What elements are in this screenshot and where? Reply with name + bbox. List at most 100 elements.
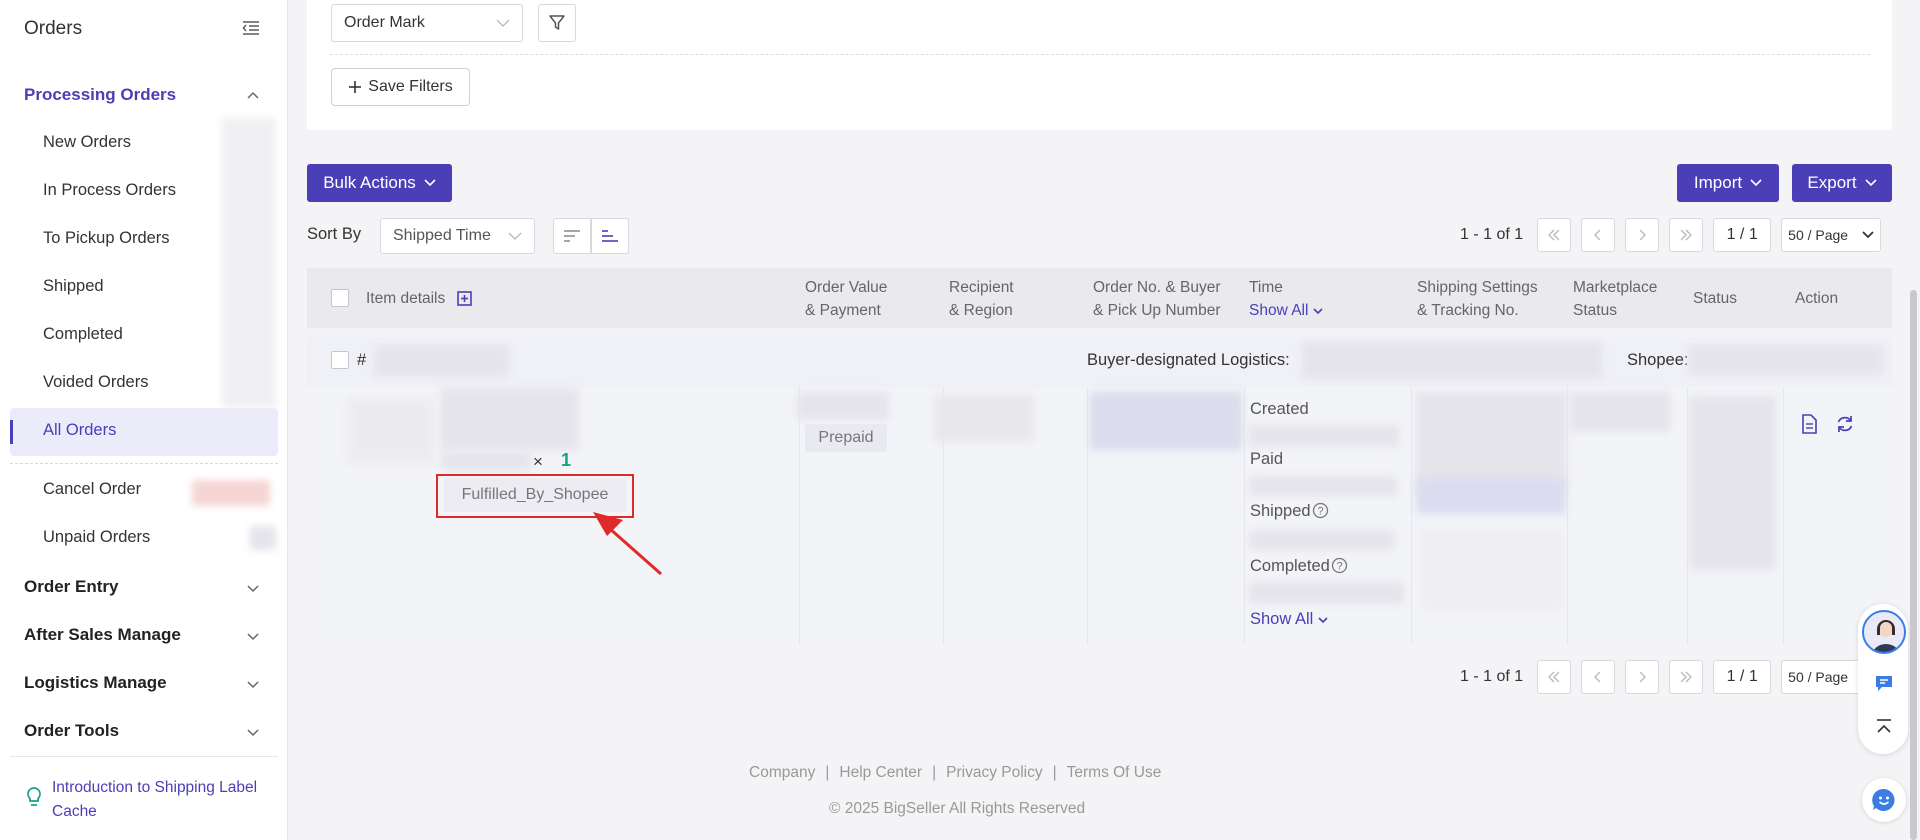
export-button[interactable]: Export	[1792, 164, 1892, 202]
sidebar-item-all-orders[interactable]: All Orders	[43, 421, 116, 440]
sidebar-item-cancel-order[interactable]: Cancel Order	[43, 480, 141, 499]
bulk-actions-button[interactable]: Bulk Actions	[307, 164, 452, 202]
sidebar-item-completed[interactable]: Completed	[43, 325, 123, 344]
select-all-checkbox[interactable]	[331, 289, 349, 307]
support-avatar[interactable]	[1862, 610, 1906, 654]
filter-button[interactable]	[538, 4, 576, 42]
sidebar-group-after-sales-manage[interactable]: After Sales Manage	[24, 625, 181, 645]
column-separator	[1567, 387, 1568, 645]
last-page-button[interactable]	[1669, 660, 1704, 694]
first-page-button[interactable]	[1537, 660, 1572, 694]
page-indicator[interactable]: 1 / 1	[1713, 660, 1772, 694]
pagination-range: 1 - 1 of 1	[1460, 226, 1524, 243]
chevron-down-icon	[1750, 179, 1762, 187]
sidebar-group-order-entry[interactable]: Order Entry	[24, 577, 118, 597]
sidebar-item-in-process-orders[interactable]: In Process Orders	[43, 181, 176, 200]
sidebar-item-shipped[interactable]: Shipped	[43, 277, 104, 296]
funnel-icon	[549, 15, 565, 30]
sidebar-group-logistics-manage[interactable]: Logistics Manage	[24, 673, 167, 693]
footer-separator: |	[825, 764, 830, 781]
first-page-button[interactable]	[1537, 218, 1572, 252]
chevron-right-icon	[1639, 229, 1647, 241]
order-row-checkbox[interactable]	[331, 351, 349, 369]
footer-link-privacy-policy[interactable]: Privacy Policy	[946, 764, 1042, 782]
assistant-button[interactable]	[1862, 778, 1906, 822]
sort-by-value: Shipped Time	[393, 227, 491, 244]
page-scrollbar[interactable]	[1910, 290, 1917, 840]
double-chevron-left-icon	[1548, 671, 1560, 683]
footer-link-help-center[interactable]: Help Center	[839, 764, 922, 782]
save-filters-button[interactable]: Save Filters	[331, 68, 470, 106]
chevron-left-icon	[1594, 671, 1601, 683]
time-paid-value	[1249, 476, 1397, 496]
time-created-label: Created	[1250, 400, 1309, 418]
count-badges	[222, 118, 276, 408]
buyer-logistics-value	[1302, 341, 1602, 379]
header-marketplace-status: Marketplace Status	[1573, 279, 1658, 319]
double-chevron-right-icon	[1680, 671, 1693, 683]
time-show-all-link[interactable]: Show All	[1249, 299, 1323, 322]
collapse-menu-icon[interactable]	[242, 20, 260, 36]
sidebar-group-processing-orders[interactable]: Processing Orders	[24, 85, 176, 105]
recipient-info	[934, 394, 1034, 442]
footer-copyright: © 2025 BigSeller All Rights Reserved	[829, 800, 1086, 817]
order-mark-select[interactable]: Order Mark	[331, 4, 523, 42]
page-indicator[interactable]: 1 / 1	[1713, 218, 1772, 252]
sidebar-active-indicator	[10, 420, 13, 444]
unpaid-count-badge	[250, 526, 276, 550]
sidebar-title: Orders	[24, 18, 83, 39]
shipping-label-cache-intro-link[interactable]: Introduction to Shipping Label Cache	[52, 776, 272, 824]
marketplace-status-value	[1570, 392, 1670, 432]
footer-link-terms-of-use[interactable]: Terms Of Use	[1067, 764, 1162, 782]
column-separator	[1411, 387, 1412, 645]
import-button[interactable]: Import	[1677, 164, 1779, 202]
double-chevron-left-icon	[1548, 229, 1560, 241]
prev-page-button[interactable]	[1581, 218, 1616, 252]
sidebar-item-unpaid-orders[interactable]: Unpaid Orders	[43, 528, 150, 547]
chevron-down-icon[interactable]	[247, 726, 259, 738]
sidebar-item-voided-orders[interactable]: Voided Orders	[43, 373, 148, 392]
back-to-top-icon[interactable]	[1874, 718, 1894, 736]
chat-icon[interactable]	[1874, 674, 1894, 692]
svg-text:?: ?	[1336, 561, 1342, 573]
time-paid-label: Paid	[1250, 450, 1284, 468]
last-page-button[interactable]	[1669, 218, 1704, 252]
row-time-show-all-link[interactable]: Show All	[1250, 610, 1328, 629]
sidebar-item-to-pickup-orders[interactable]: To Pickup Orders	[43, 229, 170, 248]
chevron-up-icon[interactable]	[247, 90, 259, 102]
import-label: Import	[1693, 173, 1743, 192]
time-shipped-value	[1249, 530, 1394, 550]
prev-page-button[interactable]	[1581, 660, 1616, 694]
export-label: Export	[1807, 173, 1857, 192]
help-circle-icon[interactable]: ?	[1331, 557, 1348, 574]
help-circle-icon[interactable]: ?	[1312, 502, 1329, 519]
sort-descending-button[interactable]	[553, 218, 591, 254]
page-size-select[interactable]: 50 / Page	[1781, 218, 1882, 252]
sidebar-group-order-tools[interactable]: Order Tools	[24, 721, 119, 741]
payment-badge: Prepaid	[805, 424, 887, 452]
shipping-extra-info	[1422, 530, 1562, 610]
time-completed-label: Completed?	[1250, 557, 1348, 576]
next-page-button[interactable]	[1625, 218, 1660, 252]
chevron-down-icon	[1318, 617, 1328, 624]
expand-plus-icon[interactable]	[457, 291, 472, 306]
document-icon[interactable]	[1801, 414, 1817, 434]
sort-ascending-button[interactable]	[591, 218, 629, 254]
product-name	[441, 388, 579, 450]
next-page-button[interactable]	[1625, 660, 1660, 694]
shipping-settings-info	[1416, 392, 1566, 490]
cancel-count-badge	[192, 480, 270, 506]
order-number	[374, 345, 509, 377]
order-number-hash: #	[357, 351, 367, 369]
chevron-down-icon[interactable]	[247, 678, 259, 690]
lightbulb-icon	[27, 787, 41, 806]
chevron-down-icon[interactable]	[247, 630, 259, 642]
page-size-value: 50 / Page	[1788, 669, 1849, 685]
chevron-down-icon[interactable]	[247, 582, 259, 594]
chevron-left-icon	[1594, 229, 1601, 241]
sort-by-select[interactable]: Shipped Time	[380, 218, 535, 254]
footer-link-company[interactable]: Company	[749, 764, 815, 782]
refresh-icon[interactable]	[1835, 414, 1855, 434]
header-order-no-buyer: Order No. & Buyer & Pick Up Number	[1093, 279, 1221, 319]
sidebar-item-new-orders[interactable]: New Orders	[43, 133, 131, 152]
